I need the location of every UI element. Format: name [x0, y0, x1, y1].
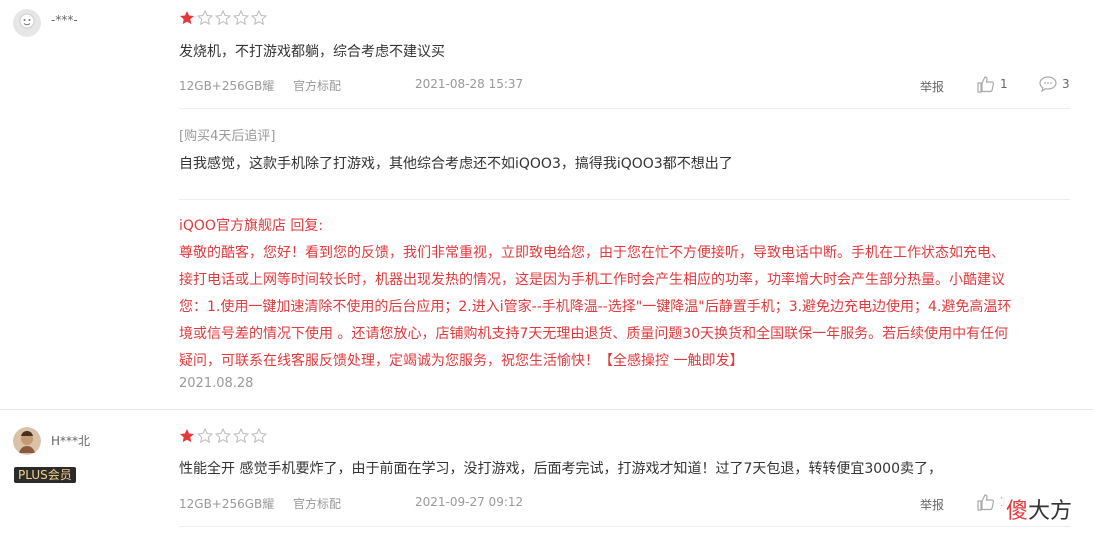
followup-tag: [购买4天后追评]	[179, 129, 276, 144]
divider	[179, 199, 1070, 200]
thumbs-up-icon	[977, 76, 995, 93]
product-spec: 12GB+256GB耀	[179, 497, 275, 511]
comment-count: 3	[1062, 77, 1070, 91]
star-empty-icon	[215, 428, 231, 444]
reply-date: 2021.08.28	[179, 376, 254, 391]
star-empty-icon	[197, 428, 213, 444]
default-avatar-icon	[13, 9, 41, 37]
star-filled-icon	[180, 11, 194, 25]
thumbs-up-icon	[977, 494, 995, 511]
watermark: 傻大方	[1002, 493, 1077, 525]
report-link[interactable]: 举报	[920, 496, 944, 513]
user-photo-icon	[13, 427, 41, 455]
followup-text: 自我感觉，这款手机除了打游戏，其他综合考虑还不如iQOO3，搞得我iQOO3都不…	[179, 156, 733, 172]
review-separator	[0, 409, 1093, 410]
plus-badge-label: PLUS会员	[14, 467, 76, 483]
star-filled-icon	[180, 429, 194, 443]
star-empty-icon	[215, 10, 231, 26]
watermark-red-char: 傻	[1006, 499, 1029, 524]
watermark-text: 大方	[1028, 499, 1073, 524]
plus-member-badge: PLUS会员	[14, 464, 76, 483]
reply-line: 境或信号差的情况下使用 。还请您放心，店铺购机支持7天无理由退货、质量问题30天…	[179, 326, 1009, 342]
username: H***北	[51, 434, 91, 448]
star-empty-icon	[233, 10, 249, 26]
report-link[interactable]: 举报	[920, 78, 944, 95]
user-avatar[interactable]	[13, 9, 41, 37]
review-time: 2021-08-28 15:37	[415, 77, 524, 91]
product-spec: 12GB+256GB耀	[179, 79, 275, 93]
like-button[interactable]: 1	[976, 74, 1008, 94]
like-count: 1	[1000, 77, 1008, 91]
star-empty-icon	[251, 10, 267, 26]
review-text: 发烧机，不打游戏都躺，综合考虑不建议买	[179, 44, 445, 60]
product-config: 官方标配	[293, 497, 342, 511]
user-avatar[interactable]	[13, 427, 41, 455]
star-rating	[179, 10, 267, 26]
reply-line: 疑问，可联系在线客服反馈处理，定竭诚为您服务，祝您生活愉快！【全感操控 一触即发…	[179, 353, 744, 369]
star-empty-icon	[251, 428, 267, 444]
seller-reply: iQOO官方旗舰店 回复: 尊敬的酷客，您好！看到您的反馈，我们非常重视，立即致…	[179, 213, 1074, 375]
reply-line: 您：1.使用一键加速清除不使用的后台应用；2.进入i管家--手机降温--选择"一…	[179, 299, 1012, 315]
comment-icon	[1039, 76, 1057, 93]
product-config: 官方标配	[293, 79, 342, 93]
star-empty-icon	[233, 428, 249, 444]
reply-line: 接打电话或上网等时间较长时，机器出现发热的情况，这是因为手机工作时会产生相应的功…	[179, 272, 1005, 288]
reply-line: 尊敬的酷客，您好！看到您的反馈，我们非常重视，立即致电给您，由于您在忙不方便接听…	[179, 245, 1005, 261]
divider	[179, 526, 1070, 527]
username: -***-	[51, 13, 78, 27]
comment-button[interactable]: 3	[1038, 74, 1070, 94]
star-empty-icon	[197, 10, 213, 26]
review-text: 性能全开 感觉手机要炸了，由于前面在学习，没打游戏，后面考完试，打游戏才知道！过…	[179, 461, 942, 477]
review-time: 2021-09-27 09:12	[415, 495, 524, 509]
star-rating	[179, 428, 267, 444]
divider	[179, 108, 1070, 109]
reply-title: iQOO官方旗舰店 回复:	[179, 218, 324, 234]
